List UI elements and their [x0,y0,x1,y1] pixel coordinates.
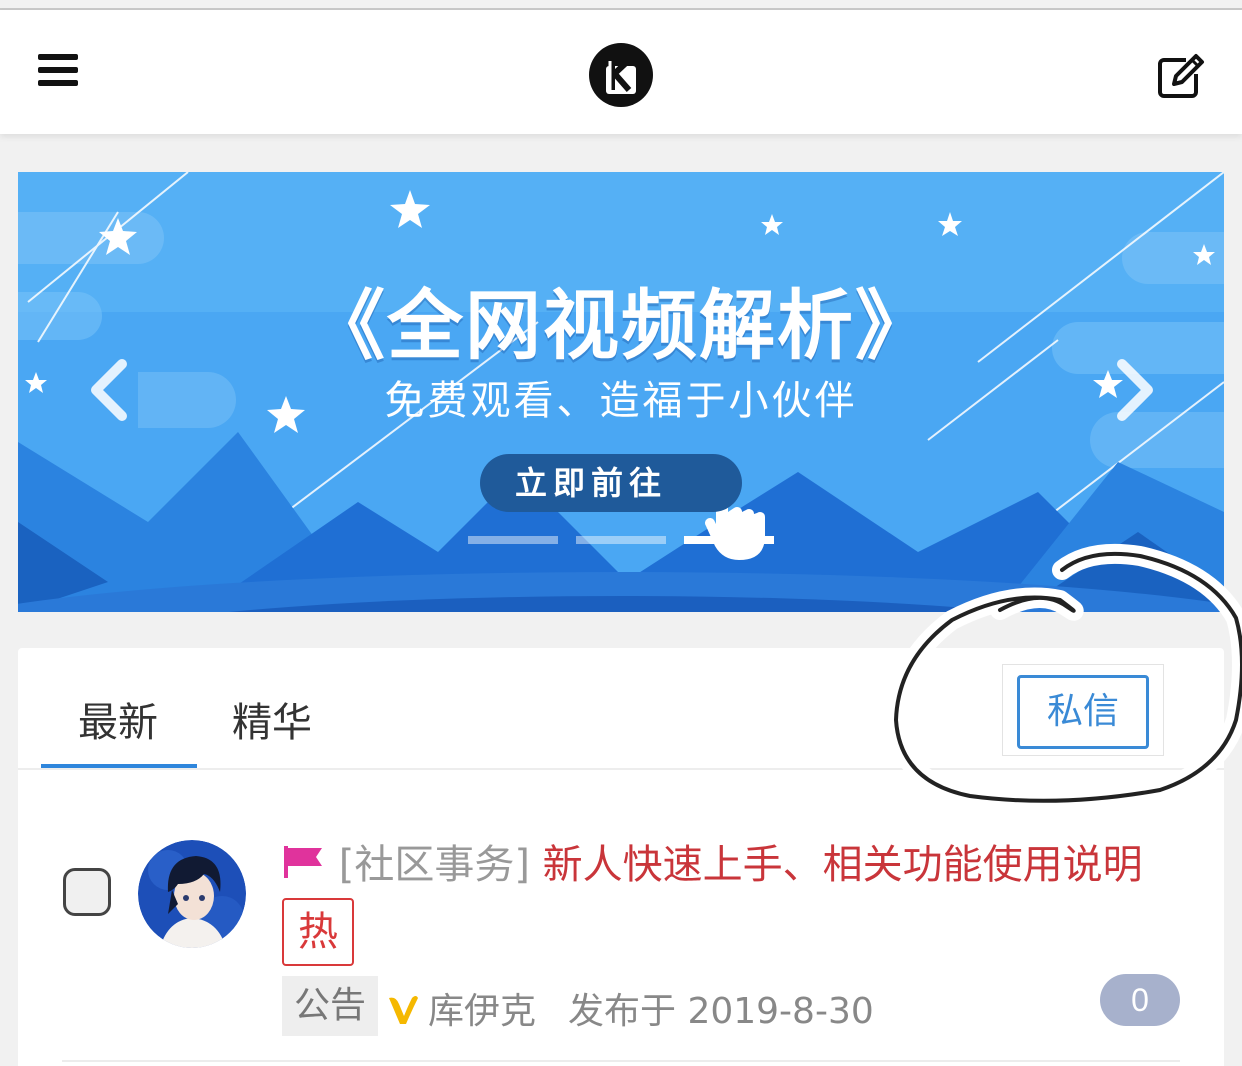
banner-subtitle: 免费观看、造福于小伙伴 [384,378,858,424]
post-author[interactable]: 库伊克 [428,982,536,1034]
post-title: 新人快速上手、相关功能使用说明 [542,842,1143,888]
author-avatar[interactable] [138,840,246,948]
banner-title: 《全网视频解析》 [309,281,933,370]
post-select-checkbox[interactable] [63,868,111,916]
carousel-dot-2[interactable] [576,536,666,544]
tabs-divider [18,768,1224,770]
post-title-link[interactable]: [社区事务] 新人快速上手、相关功能使用说明 [282,840,1182,890]
chevron-right-icon[interactable] [1112,358,1156,422]
app-header [0,10,1242,134]
promo-banner-carousel[interactable]: 《全网视频解析》 免费观看、造福于小伙伴 立即前往 [18,172,1224,612]
k-logo-icon[interactable] [588,42,654,108]
hot-badge: 热 [282,898,354,966]
post-tag-announcement[interactable]: 公告 [282,976,378,1036]
post-category: [社区事务] [338,842,530,888]
carousel-dot-3-active[interactable] [684,536,774,544]
carousel-dot-1[interactable] [468,536,558,544]
row-divider [62,1060,1180,1062]
post-list-card: 最新 精华 私信 [社区事务] 新人快速上手、相关功能使用说明 热 公告 库伊克… [18,648,1224,1066]
compose-edit-icon[interactable] [1156,50,1208,102]
tab-latest[interactable]: 最新 [78,690,158,748]
private-message-button[interactable]: 私信 [1017,675,1149,749]
banner-go-button[interactable]: 立即前往 [480,454,742,512]
post-publish-date: 发布于 2019-8-30 [568,991,874,1032]
vip-v-icon [389,996,418,1024]
tab-featured[interactable]: 精华 [232,690,312,748]
hamburger-menu-icon[interactable] [38,54,78,88]
private-message-area: 私信 [1002,664,1164,756]
chevron-left-icon[interactable] [88,358,132,422]
flag-icon [284,846,322,878]
reply-count-badge: 0 [1100,974,1180,1026]
